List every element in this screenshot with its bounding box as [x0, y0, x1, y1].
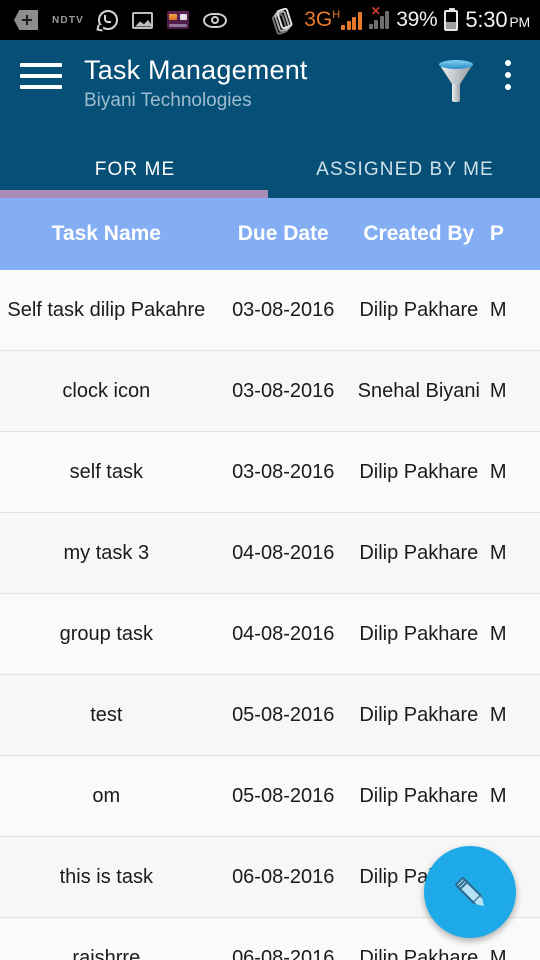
table-row[interactable]: clock icon 03-08-2016 Snehal Biyani M — [0, 351, 540, 432]
table-row[interactable]: test 05-08-2016 Dilip Pakhare M — [0, 675, 540, 756]
tab-bar: FOR ME ASSIGNED BY ME — [0, 141, 540, 198]
clock-time: 5:30 — [465, 7, 508, 32]
table-row[interactable]: my task 3 04-08-2016 Dilip Pakhare M — [0, 513, 540, 594]
column-header-priority[interactable]: P — [484, 222, 540, 246]
table-row[interactable]: om 05-08-2016 Dilip Pakhare M — [0, 756, 540, 837]
pencil-edit-icon — [436, 858, 504, 926]
signal-bars-sim2-no-service-icon: ✕ — [368, 5, 390, 29]
status-bar-left-icons: NDTV — [0, 10, 275, 32]
signal-bars-sim1-icon — [341, 12, 362, 30]
task-cell-created-by: Dilip Pakhare — [359, 784, 479, 807]
task-cell-name: group task — [59, 622, 153, 645]
task-cell-due-date: 03-08-2016 — [232, 460, 335, 483]
task-cell-created-by: Dilip Pakhare — [359, 703, 479, 726]
task-cell-due-date: 05-08-2016 — [232, 784, 335, 807]
app-bar: Task Management Biyani Technologies — [0, 40, 540, 141]
task-cell-priority: M — [489, 784, 507, 807]
column-header-due-date[interactable]: Due Date — [213, 222, 354, 246]
nfc-icon — [271, 5, 300, 36]
task-cell-name: this is task — [59, 865, 153, 888]
smart-stay-eye-icon — [203, 12, 228, 28]
page-subtitle: Biyani Technologies — [84, 90, 252, 111]
app-bar-actions — [430, 54, 540, 108]
app-root: NDTV 3G H ✕ 39% 5:30 PM Task Management … — [0, 0, 540, 960]
back-arrow-icon — [14, 10, 38, 30]
status-bar-right-icons: 3G H ✕ 39% 5:30 PM — [271, 5, 540, 36]
task-cell-name: rajshrre — [72, 946, 141, 960]
clock-label: 5:30 PM — [465, 7, 530, 33]
network-type-indicator: 3G H — [304, 8, 362, 31]
column-header-created-by[interactable]: Created By — [354, 222, 484, 246]
hamburger-menu-icon[interactable] — [20, 63, 62, 89]
status-bar: NDTV 3G H ✕ 39% 5:30 PM — [0, 0, 540, 40]
task-cell-created-by: Dilip Pakhare — [359, 946, 479, 960]
add-task-fab[interactable] — [424, 846, 516, 938]
task-cell-name: self task — [69, 460, 143, 483]
task-cell-priority: M — [489, 460, 507, 483]
task-cell-due-date: 03-08-2016 — [232, 298, 335, 321]
column-header-task-name[interactable]: Task Name — [0, 222, 213, 246]
tab-active-indicator — [0, 190, 268, 198]
battery-percent-label: 39% — [396, 8, 438, 31]
app-notification-icon — [167, 11, 190, 29]
task-cell-created-by: Dilip Pakhare — [359, 460, 479, 483]
task-cell-name: my task 3 — [63, 541, 150, 564]
task-cell-name: Self task dilip Pakahre — [7, 298, 206, 321]
task-cell-name: clock icon — [62, 379, 151, 402]
battery-icon — [444, 7, 459, 31]
clock-ampm: PM — [509, 14, 530, 30]
task-cell-due-date: 04-08-2016 — [232, 541, 335, 564]
task-cell-created-by: Dilip Pakhare — [359, 541, 479, 564]
task-cell-priority: M — [489, 541, 507, 564]
table-row[interactable]: self task 03-08-2016 Dilip Pakhare M — [0, 432, 540, 513]
task-cell-created-by: Snehal Biyani — [357, 379, 480, 402]
whatsapp-icon — [96, 10, 119, 32]
task-cell-priority: M — [489, 703, 507, 726]
table-header-row: Task Name Due Date Created By P — [0, 198, 540, 270]
task-cell-priority: M — [489, 379, 507, 402]
task-cell-name: om — [92, 784, 121, 807]
task-cell-due-date: 06-08-2016 — [232, 865, 335, 888]
overflow-menu-icon[interactable] — [488, 54, 528, 108]
task-cell-created-by: Dilip Pakhare — [359, 622, 479, 645]
filter-funnel-icon[interactable] — [430, 54, 482, 108]
ndtv-icon: NDTV — [52, 14, 85, 26]
app-bar-titles: Task Management Biyani Technologies — [84, 53, 308, 114]
page-title: Task Management — [84, 55, 308, 85]
network-label: 3G — [304, 8, 333, 31]
gallery-icon — [132, 11, 154, 29]
tab-assigned-by-me[interactable]: ASSIGNED BY ME — [270, 141, 540, 198]
network-hspa-label: H — [332, 9, 341, 21]
table-row[interactable]: Self task dilip Pakahre 03-08-2016 Dilip P… — [0, 270, 540, 351]
task-cell-name: test — [90, 703, 123, 726]
task-cell-due-date: 06-08-2016 — [232, 946, 335, 960]
task-cell-priority: M — [489, 622, 507, 645]
task-cell-due-date: 04-08-2016 — [232, 622, 335, 645]
task-cell-priority: M — [489, 298, 507, 321]
task-cell-due-date: 05-08-2016 — [232, 703, 335, 726]
table-row[interactable]: group task 04-08-2016 Dilip Pakhare M — [0, 594, 540, 675]
task-cell-created-by: Dilip Pakhare — [359, 298, 479, 321]
task-cell-priority: M — [489, 946, 507, 960]
task-cell-due-date: 03-08-2016 — [232, 379, 335, 402]
